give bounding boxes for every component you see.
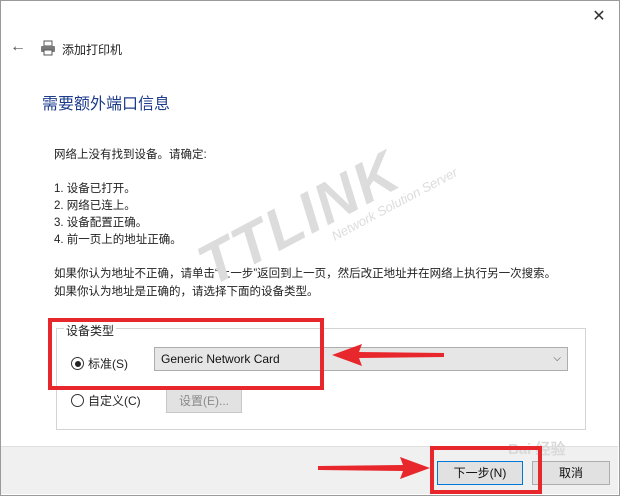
standard-device-select[interactable]: Generic Network Card ⌵ (154, 347, 568, 371)
custom-radio-label: 自定义(C) (88, 394, 141, 408)
device-type-label: 设备类型 (64, 322, 117, 339)
advice-text: 如果你认为地址是正确的，请选择下面的设备类型。 (54, 286, 319, 298)
custom-radio[interactable]: 自定义(C) (71, 392, 141, 409)
device-type-group (56, 328, 586, 430)
back-arrow-icon[interactable]: ← (10, 38, 28, 56)
intro-text: 网络上没有找到设备。请确定: (54, 149, 207, 161)
checklist-item: 4. 前一页上的地址正确。 (54, 234, 182, 246)
chevron-down-icon: ⌵ (553, 353, 561, 364)
page-heading: 需要额外端口信息 (42, 96, 171, 113)
checklist-item: 3. 设备配置正确。 (54, 217, 148, 229)
radio-checked-icon (71, 357, 84, 370)
checklist-item: 1. 设备已打开。 (54, 183, 136, 195)
settings-button[interactable]: 设置(E)... (166, 389, 242, 413)
wizard-title: 添加打印机 (62, 43, 123, 57)
radio-unchecked-icon (71, 394, 84, 407)
standard-device-value: Generic Network Card (161, 352, 280, 366)
standard-radio[interactable]: 标准(S) (71, 355, 128, 372)
standard-radio-label: 标准(S) (88, 357, 128, 371)
wizard-footer (1, 446, 618, 494)
checklist-item: 2. 网络已连上。 (54, 200, 136, 212)
advice-text: 如果你认为地址不正确，请单击“上一步”返回到上一页，然后改正地址并在网络上执行另… (54, 268, 557, 280)
next-button[interactable]: 下一步(N) (437, 461, 523, 485)
close-icon[interactable]: ✕ (588, 6, 610, 28)
printer-icon (41, 40, 55, 56)
cancel-button[interactable]: 取消 (532, 461, 610, 485)
